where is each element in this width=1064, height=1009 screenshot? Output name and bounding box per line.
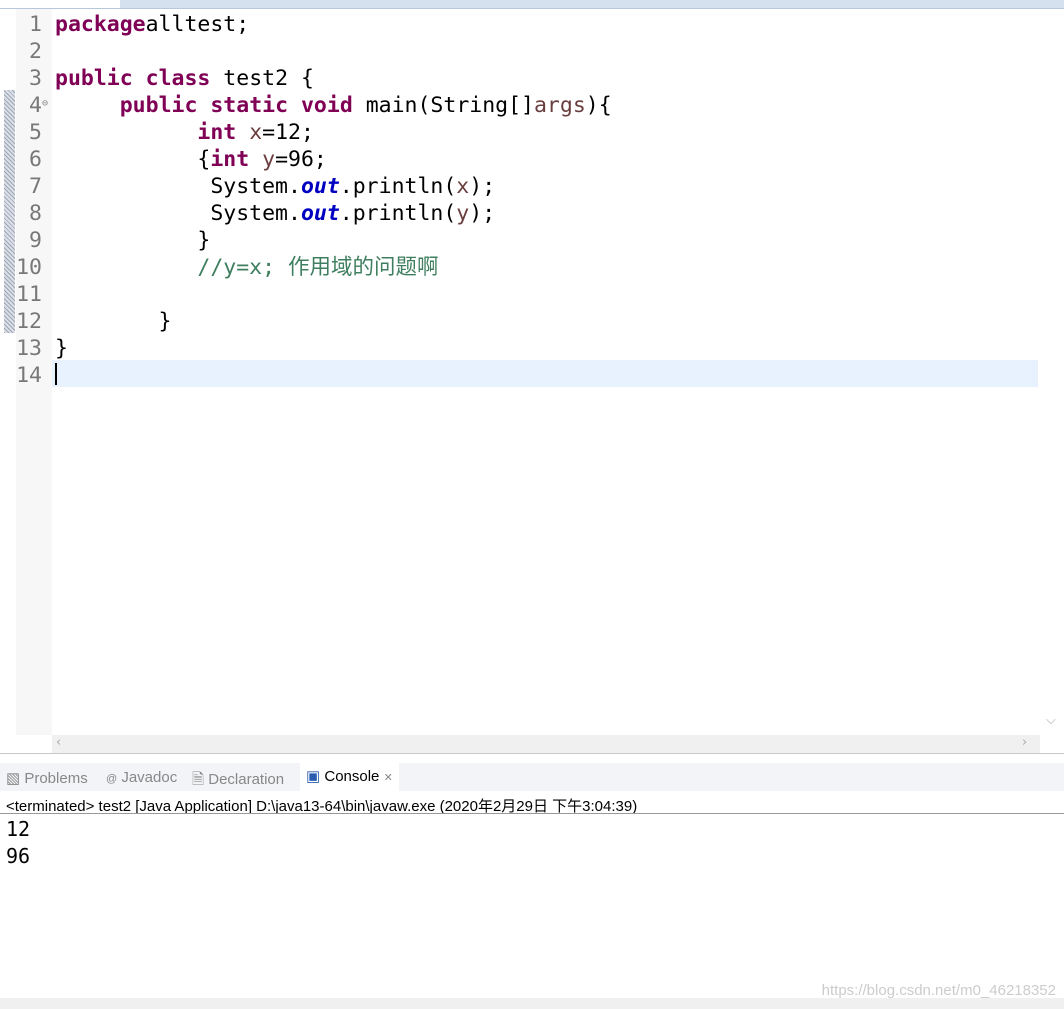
code-line[interactable]: packagealltest; (55, 11, 249, 38)
code-token: y (262, 147, 276, 172)
code-token: public (119, 93, 198, 118)
code-token: ); (469, 174, 496, 199)
code-token: } (55, 336, 68, 361)
line-number: 3 (29, 66, 42, 91)
code-token: test2 { (210, 66, 314, 91)
code-token: System. (55, 174, 301, 199)
line-number: 12 (16, 309, 42, 334)
code-token: x (249, 120, 263, 145)
code-line[interactable]: //y=x; 作用域的问题啊 (55, 254, 439, 281)
code-token: main(String[] (352, 93, 534, 118)
panel-tab-bar: ▧ Problems @ Javadoc 🗎 Declaration ▣ Con… (0, 763, 1064, 791)
tab-problems[interactable]: ▧ Problems (6, 769, 88, 787)
tab-label: Javadoc (121, 769, 178, 786)
active-editor-tab[interactable] (0, 0, 120, 8)
line-number: 9 (29, 228, 42, 253)
change-ruler (4, 90, 15, 333)
tab-console[interactable]: ▣ Console ✕ (300, 763, 399, 791)
code-token: int (197, 120, 237, 145)
code-token: System. (55, 201, 301, 226)
tab-label: Console (324, 768, 380, 785)
console-icon: ▣ (306, 768, 321, 785)
code-editor[interactable]: packagealltest; public class test2 { publ… (0, 9, 1064, 754)
divider (0, 813, 1064, 814)
code-line[interactable]: public static void main(String[]args){ (55, 92, 612, 119)
code-token: } (55, 228, 211, 253)
line-number: 7 (29, 174, 42, 199)
code-token: public (55, 66, 133, 91)
code-token: package (55, 12, 146, 37)
code-line[interactable]: {int y=96; (55, 146, 327, 173)
scroll-down-icon[interactable]: ⌵ (1046, 713, 1056, 728)
code-line[interactable]: int x=12; (55, 119, 314, 146)
code-token: void (300, 93, 353, 118)
code-line[interactable]: } (55, 308, 172, 335)
tab-declaration[interactable]: 🗎 Declaration (192, 769, 284, 794)
code-token: } (55, 309, 172, 334)
code-line[interactable]: System.out.println(y); (55, 200, 495, 227)
code-token: out (300, 201, 340, 226)
code-token: ){ (585, 93, 612, 118)
line-number: 10 (16, 255, 42, 280)
line-number: 14 (16, 363, 42, 388)
code-token: args (533, 93, 586, 118)
code-token: int (210, 147, 250, 172)
code-line[interactable]: } (55, 227, 210, 254)
current-line-highlight (52, 360, 1038, 387)
code-token: //y=x; 作用域的问题啊 (197, 255, 439, 280)
code-token: class (145, 66, 211, 91)
tab-label: Problems (24, 770, 88, 787)
fold-icon[interactable]: ⊖ (42, 98, 48, 109)
code-token: .println( (339, 174, 457, 199)
console-horizontal-scrollbar[interactable] (0, 998, 1064, 1009)
vertical-scrollbar[interactable]: ⌵ (1040, 9, 1064, 735)
text-caret (55, 363, 57, 385)
tab-javadoc[interactable]: @ Javadoc (106, 769, 177, 786)
code-token: ); (469, 201, 496, 226)
code-token: static (210, 93, 289, 118)
code-token: out (300, 174, 340, 199)
editor-tab-bar[interactable] (0, 0, 1064, 9)
console-output-line: 12 (6, 817, 31, 841)
at-icon: @ (106, 773, 118, 785)
code-line[interactable]: System.out.println(x); (55, 173, 495, 200)
line-number: 1 (29, 12, 42, 37)
line-number: 5 (29, 120, 42, 145)
scroll-right-icon[interactable]: › (1022, 735, 1027, 750)
console-output-line: 96 (6, 844, 31, 868)
line-number: 8 (29, 201, 42, 226)
watermark: https://blog.csdn.net/m0_46218352 (821, 982, 1056, 999)
code-token: x (456, 174, 470, 199)
code-line[interactable]: } (55, 335, 68, 362)
tab-label: Declaration (208, 771, 285, 788)
line-number: 11 (16, 282, 42, 307)
line-number: 2 (29, 39, 42, 64)
line-number: 4 (29, 93, 42, 118)
code-token: .println( (339, 201, 457, 226)
line-number: 13 (16, 336, 42, 361)
code-token: alltest; (145, 12, 250, 37)
line-number: 6 (29, 147, 42, 172)
code-token: =96; (275, 147, 327, 172)
code-token: =12; (262, 120, 314, 145)
code-token: y (456, 201, 470, 226)
horizontal-scrollbar[interactable]: ‹ › (52, 735, 1040, 753)
code-token: { (55, 147, 211, 172)
close-icon[interactable]: ✕ (384, 772, 393, 784)
scroll-left-icon[interactable]: ‹ (56, 735, 61, 750)
code-line[interactable]: public class test2 { (55, 65, 314, 92)
